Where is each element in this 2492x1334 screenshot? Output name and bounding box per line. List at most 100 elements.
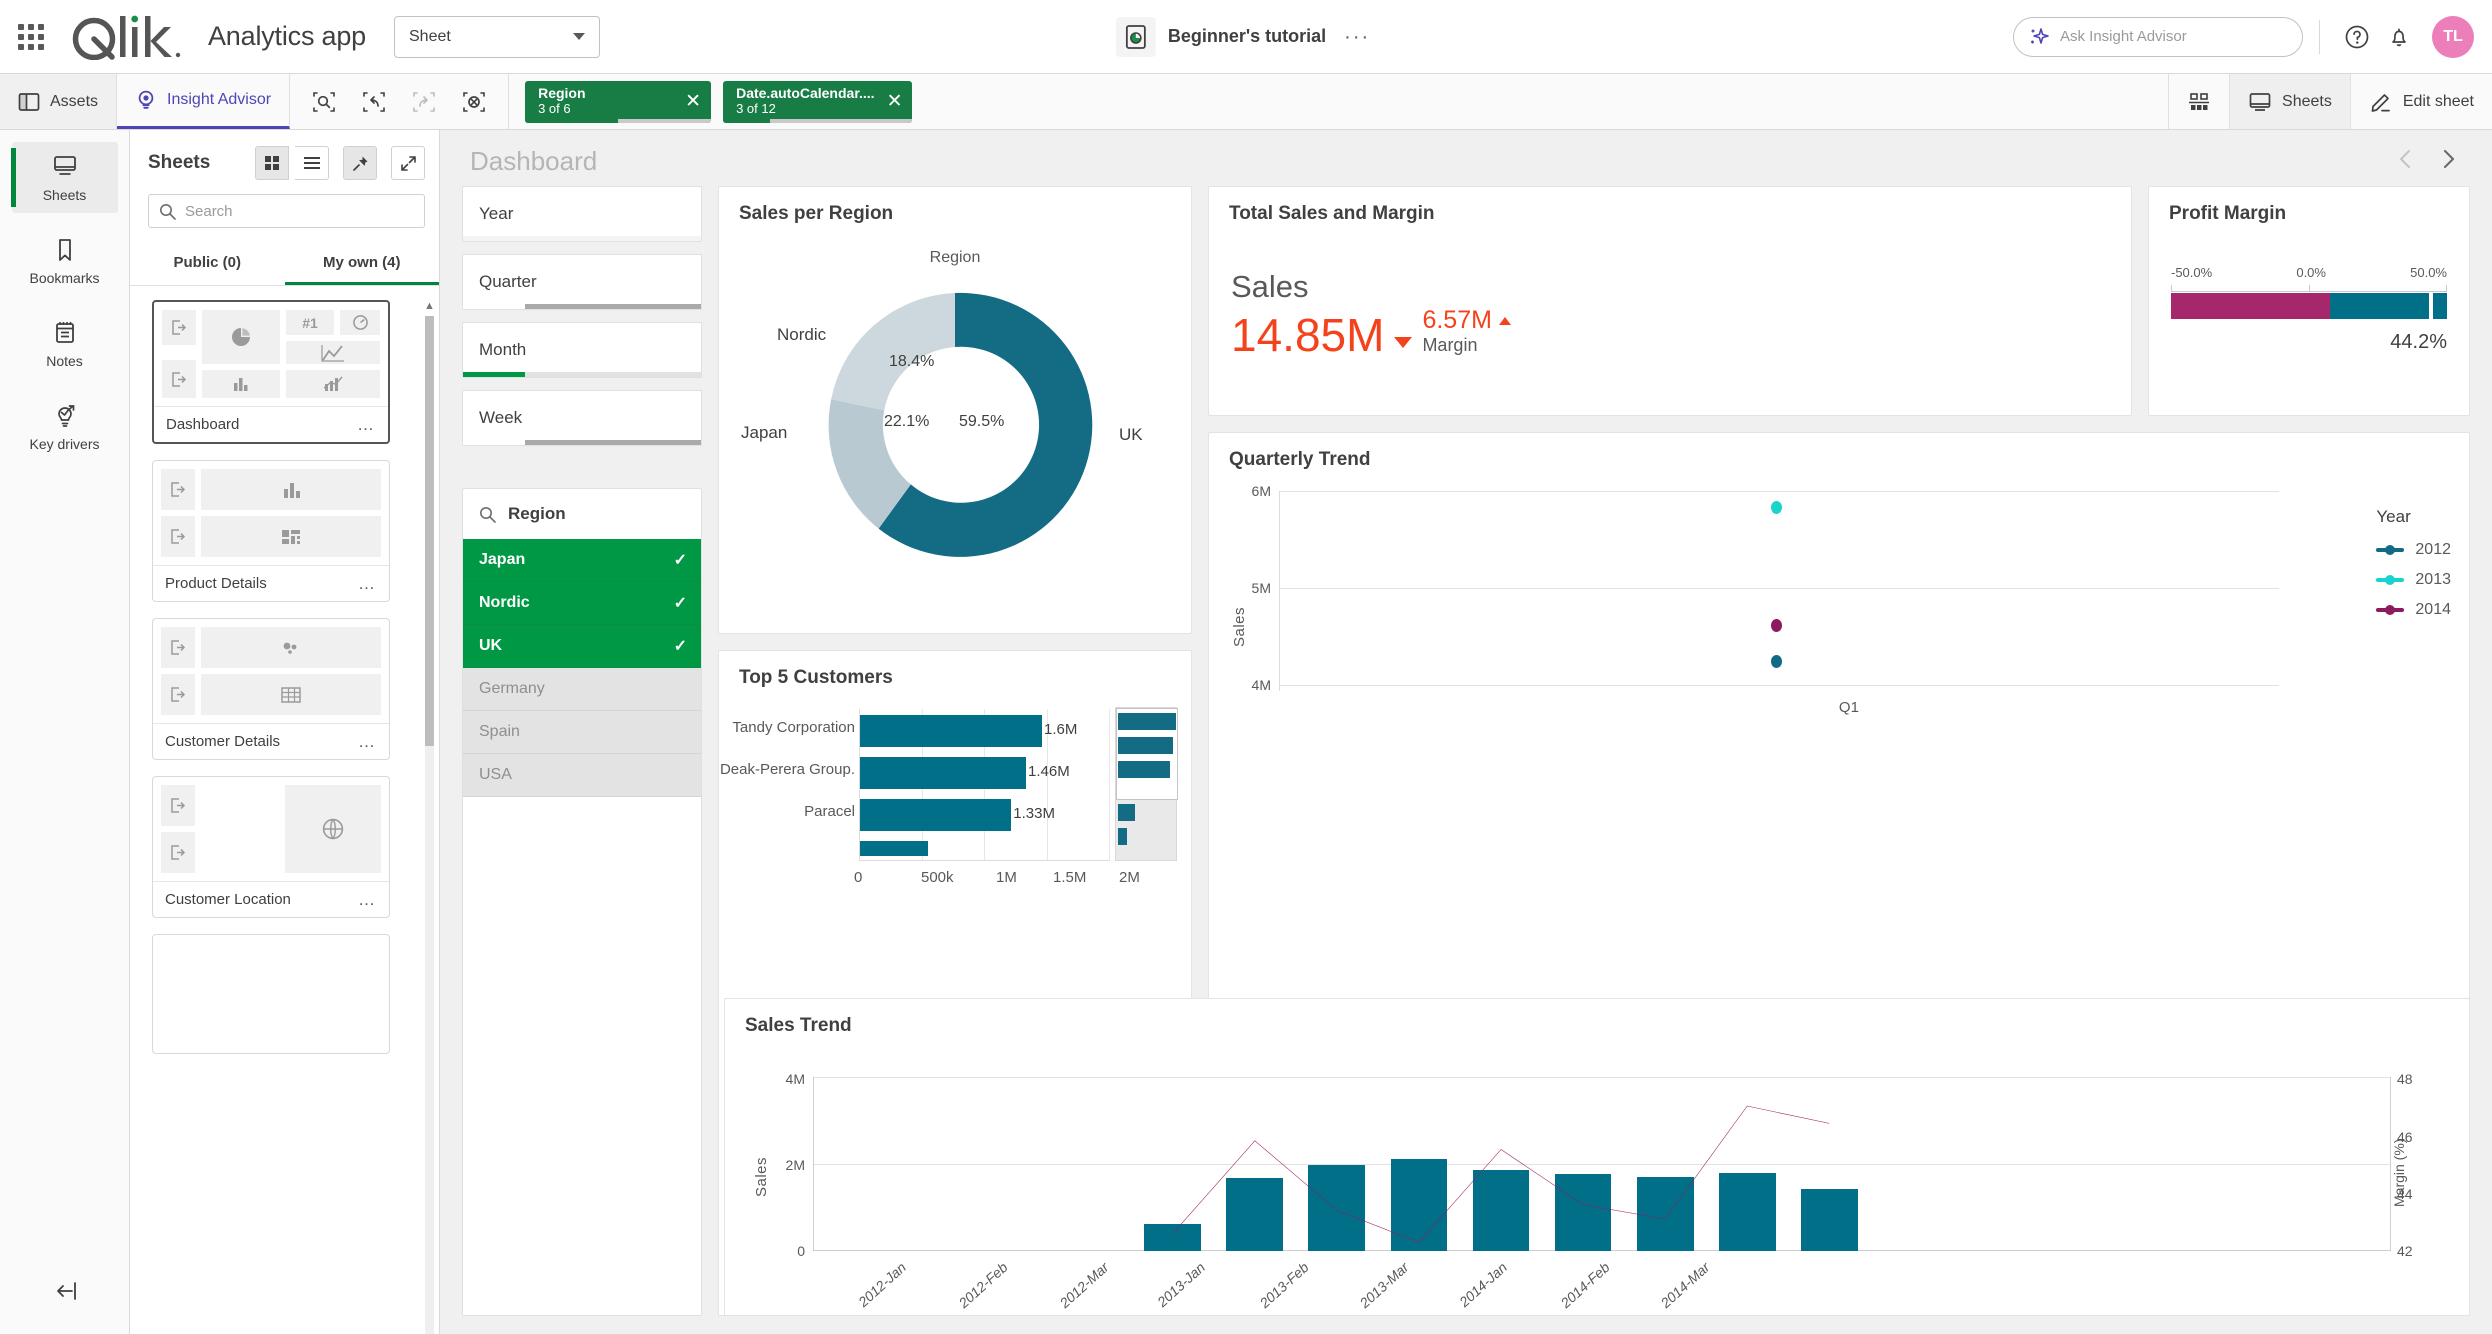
close-icon[interactable]: ✕ (875, 92, 903, 111)
thumb-filter-block (162, 310, 196, 345)
sheet-card-customer-location[interactable]: Customer Location … (152, 776, 390, 918)
listbox-field-name: Region (508, 504, 566, 523)
expand-icon[interactable] (391, 146, 425, 180)
next-sheet-icon[interactable] (2438, 147, 2458, 176)
sheet-card-dashboard[interactable]: #1 Dashboard … (152, 300, 390, 444)
rail-item-key-drivers[interactable]: Key drivers (12, 391, 118, 462)
donut-label-japan: Japan (741, 423, 788, 442)
rail-item-sheets[interactable]: Sheets (10, 142, 118, 213)
step-forward-icon[interactable] (404, 83, 444, 121)
rail-label: Bookmarks (29, 270, 100, 286)
sheet-type-selector[interactable]: Sheet (394, 15, 600, 58)
sheet-card-menu-icon[interactable]: … (358, 733, 377, 750)
avatar[interactable]: TL (2432, 15, 2474, 58)
notifications-bell-icon[interactable] (2378, 16, 2420, 58)
rail-item-notes[interactable]: Notes (12, 308, 118, 379)
app-launcher-icon[interactable] (0, 23, 62, 50)
rail-item-bookmarks[interactable]: Bookmarks (12, 225, 118, 296)
thumb-line-block (286, 341, 380, 364)
sheet-card-menu-icon[interactable]: … (357, 416, 376, 433)
app-thumbnail-icon[interactable] (1115, 16, 1156, 57)
scroll-up-icon[interactable]: ▲ (424, 300, 435, 312)
listbox-value: USA (479, 766, 512, 783)
sheet-grid-view-icon[interactable] (2168, 74, 2229, 129)
prev-sheet-icon[interactable] (2396, 147, 2416, 176)
pencil-icon (2371, 93, 2390, 112)
listbox-row[interactable]: UK ✓ (463, 625, 701, 668)
bar-chart: Tandy Corporation Deak-Perera Group. Par… (719, 699, 1191, 914)
assets-button[interactable]: Assets (0, 74, 118, 129)
scatter-point-2014[interactable] (1771, 619, 1782, 632)
selection-chip[interactable]: Date.autoCalendar.... 3 of 12 ✕ (723, 80, 913, 123)
sheet-card-customer-details[interactable]: Customer Details … (152, 618, 390, 760)
qlik-logo[interactable] (68, 0, 186, 74)
ask-insight-advisor-input[interactable]: Ask Insight Advisor (2013, 16, 2303, 57)
bar-value-label: 1.33M (1013, 805, 1055, 822)
bar-segment[interactable] (860, 715, 1042, 747)
close-icon[interactable]: ✕ (673, 92, 701, 111)
collapse-panel-icon[interactable] (50, 1279, 80, 1308)
pin-icon[interactable] (343, 146, 377, 180)
legend-item-2012[interactable]: 2012 (2376, 541, 2451, 559)
gauge-profit-margin[interactable]: Profit Margin -50.0% 0.0% 50.0% 44.2% (2148, 186, 2470, 416)
chart-sales-per-region[interactable]: Sales per Region Region Nordic Japan UK … (718, 186, 1192, 634)
selections-tool-icon[interactable] (304, 83, 344, 121)
app-menu-icon[interactable]: ··· (1338, 27, 1376, 47)
legend-item-2013[interactable]: 2013 (2376, 571, 2451, 589)
bar-scroll-preview[interactable] (1115, 707, 1178, 861)
legend-marker (2376, 575, 2405, 585)
scatter-y-tick: 4M (1251, 677, 1271, 693)
thumb-filter-block (161, 674, 195, 715)
edit-sheet-button[interactable]: Edit sheet (2349, 74, 2492, 129)
filter-pane-month[interactable]: Month (462, 322, 702, 378)
margin-line-series (813, 1077, 2391, 1251)
header-right-tools: Ask Insight Advisor TL (2013, 15, 2492, 58)
kpi-row: Total Sales and Margin Sales 14.85M 6.57… (1208, 186, 2470, 416)
tab-my-own[interactable]: My own (4) (284, 242, 439, 285)
combo-r-tick: 46 (2397, 1129, 2413, 1145)
tab-public[interactable]: Public (0) (130, 242, 285, 285)
grid-view-icon[interactable] (255, 146, 289, 180)
bar-segment[interactable] (860, 841, 929, 856)
scatter-y-tick: 6M (1251, 483, 1271, 499)
listbox-row[interactable]: USA (463, 754, 701, 797)
listbox-row[interactable]: Nordic ✓ (463, 582, 701, 625)
kpi-total-sales-and-margin[interactable]: Total Sales and Margin Sales 14.85M 6.57… (1208, 186, 2132, 416)
sheets-panel-title: Sheets (148, 152, 211, 173)
step-back-icon[interactable] (354, 83, 394, 121)
clear-all-selections-icon[interactable] (454, 83, 494, 121)
insight-advisor-button[interactable]: Insight Advisor (117, 74, 291, 129)
sheet-card-menu-icon[interactable]: … (358, 575, 377, 592)
bar-x-tick: 1M (996, 869, 1017, 886)
selection-chip[interactable]: Region 3 of 6 ✕ (525, 80, 712, 123)
help-icon[interactable] (2336, 16, 2378, 58)
bar-x-tick: 1.5M (1053, 869, 1087, 886)
filter-pane-week[interactable]: Week (462, 390, 702, 446)
chart-sales-trend[interactable]: Sales Trend Sales 4M 2M 0 Margin (%) 48 … (724, 998, 2470, 1316)
listbox-search[interactable]: Region (463, 489, 701, 539)
sheet-card-partial[interactable] (152, 934, 390, 1054)
donut-label-uk: UK (1119, 425, 1143, 444)
combo-x-tick: 2014-Jan (1455, 1259, 1511, 1310)
gauge-tick: 0.0% (2296, 265, 2326, 280)
kpi-measure-label: Sales (1231, 269, 1309, 304)
listbox-row[interactable]: Spain (463, 711, 701, 754)
listbox-row[interactable]: Germany (463, 668, 701, 711)
list-view-icon[interactable] (295, 146, 329, 180)
check-icon: ✓ (673, 552, 687, 569)
scatter-point-2013[interactable] (1771, 501, 1782, 514)
sheets-scrollbar[interactable]: ▲ (423, 300, 435, 1334)
sheet-header: Dashboard (440, 130, 2492, 186)
scatter-point-2012[interactable] (1771, 655, 1782, 668)
listbox-row[interactable]: Japan ✓ (463, 539, 701, 582)
sheet-card-product-details[interactable]: Product Details … (152, 460, 390, 602)
bar-segment[interactable] (860, 799, 1012, 831)
sheets-button[interactable]: Sheets (2229, 74, 2350, 129)
legend-item-2014[interactable]: 2014 (2376, 601, 2451, 619)
filter-pane-quarter[interactable]: Quarter (462, 254, 702, 310)
bar-segment[interactable] (860, 757, 1026, 789)
sheets-search-input[interactable]: Search (148, 194, 425, 228)
bar-value-label: 1.46M (1028, 763, 1070, 780)
filter-pane-year[interactable]: Year (462, 186, 702, 242)
sheet-card-menu-icon[interactable]: … (358, 891, 377, 908)
